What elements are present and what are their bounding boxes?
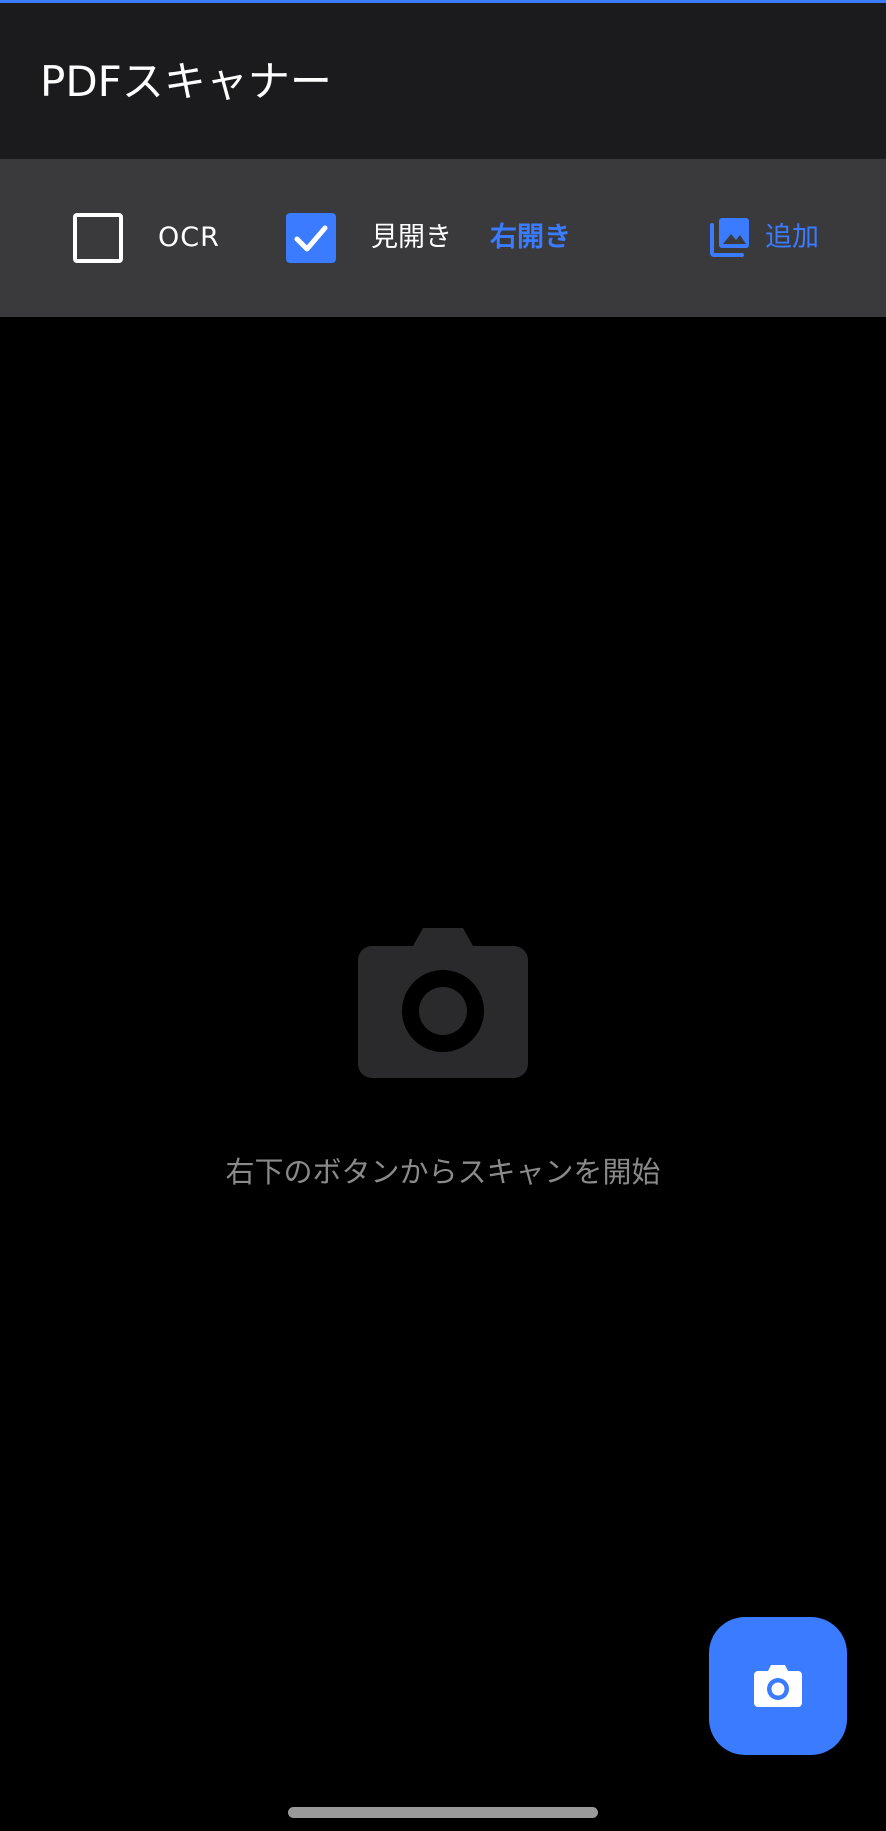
camera-icon [754,1665,802,1707]
spread-label[interactable]: 見開き [371,220,452,256]
scan-camera-button[interactable] [709,1617,847,1755]
scan-options-toolbar: OCR 見開き 右開き 追加 [0,159,886,317]
binding-direction-button[interactable]: 右開き [490,220,571,256]
add-image-button[interactable]: 追加 [710,209,850,265]
scanner-screen: PDFスキャナー OCR 見開き 右開き 追加 右下のボタンからスキャンを開始 [0,0,886,1831]
spread-checkbox[interactable] [286,213,336,263]
empty-state-message: 右下のボタンからスキャンを開始 [225,1155,661,1189]
photo-library-icon [710,218,749,257]
ocr-checkbox[interactable] [73,213,123,263]
check-icon [294,225,328,252]
ocr-label[interactable]: OCR [158,220,220,256]
app-bar: PDFスキャナー [0,3,886,159]
add-label: 追加 [765,222,819,253]
empty-state-camera-icon [358,928,528,1084]
home-indicator[interactable] [288,1807,598,1818]
page-title: PDFスキャナー [40,57,332,106]
